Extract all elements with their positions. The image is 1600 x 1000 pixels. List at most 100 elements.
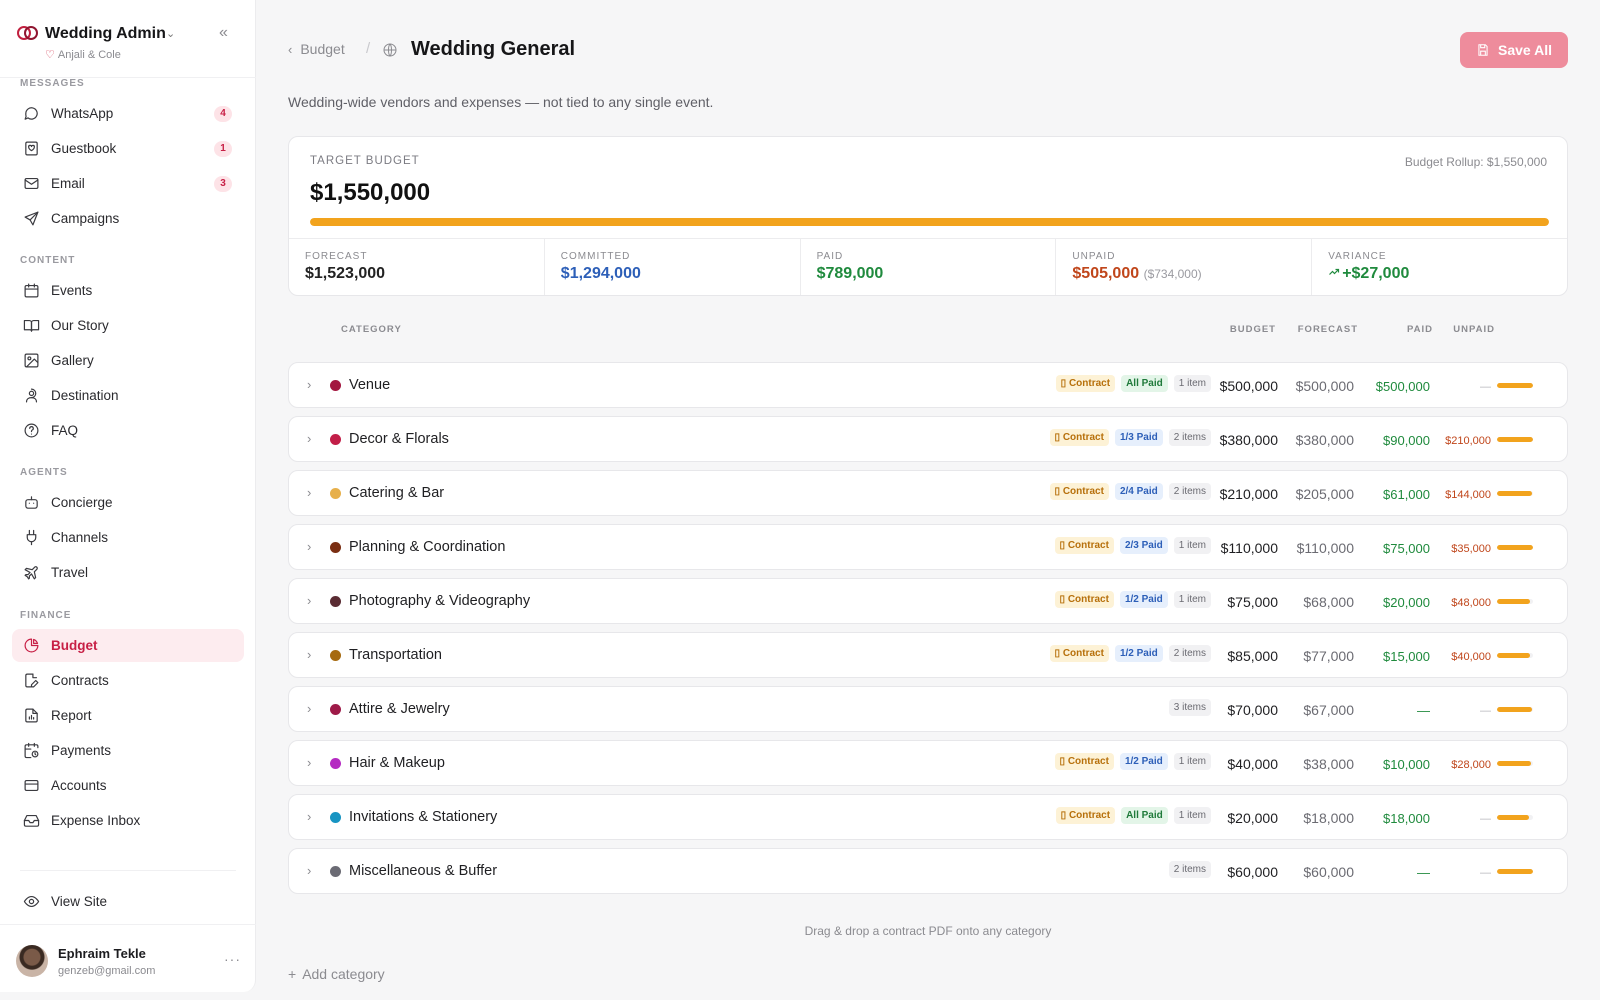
chevron-right-icon[interactable]: › [307, 431, 311, 446]
category-row[interactable]: › Venue ▯ Contract All Paid 1 item $500,000 $5… [288, 362, 1568, 408]
category-forecast: $67,000 [1303, 702, 1354, 718]
chevron-right-icon[interactable]: › [307, 593, 311, 608]
category-name: Decor & Florals [349, 431, 449, 447]
sidebar-item-expense-inbox[interactable]: Expense Inbox [12, 804, 244, 837]
add-category-button[interactable]: + Add category [288, 966, 385, 982]
category-budget[interactable]: $380,000 [1220, 432, 1278, 448]
view-site-label: View Site [51, 894, 108, 909]
category-row[interactable]: › Catering & Bar ▯ Contract 2/4 Paid 2 items… [288, 470, 1568, 516]
stat-amount: $1,294,000 [560, 265, 641, 282]
contract-badge[interactable]: ▯ Contract [1049, 483, 1109, 500]
category-budget[interactable]: $40,000 [1227, 756, 1278, 772]
category-progress-bar [1497, 815, 1533, 820]
category-name: Miscellaneous & Buffer [349, 863, 498, 879]
sidebar-item-gallery[interactable]: Gallery [12, 344, 244, 377]
category-budget[interactable]: $75,000 [1227, 594, 1278, 610]
sidebar-item-payments[interactable]: Payments [12, 734, 244, 767]
chevron-right-icon[interactable]: › [307, 755, 311, 770]
sidebar-item-travel[interactable]: Travel [12, 556, 244, 589]
category-budget[interactable]: $20,000 [1227, 810, 1278, 826]
category-row[interactable]: › Miscellaneous & Buffer 2 items $60,000 $60… [288, 848, 1568, 894]
chevron-right-icon[interactable]: › [307, 647, 311, 662]
heart-icon: ♡ [45, 49, 55, 61]
category-forecast: $18,000 [1303, 810, 1354, 826]
sidebar-item-label: Email [51, 176, 85, 191]
user-profile[interactable]: Ephraim Tekle genzeb@gmail.com ··· [0, 924, 256, 992]
chevron-right-icon[interactable]: › [307, 377, 311, 392]
sidebar-item-report[interactable]: Report [12, 699, 244, 732]
section-label-messages: MESSAGES [20, 78, 85, 89]
more-horizontal-icon[interactable]: ··· [224, 951, 241, 967]
category-progress-fill [1497, 653, 1530, 658]
category-progress-fill [1497, 761, 1532, 766]
category-row[interactable]: › Invitations & Stationery ▯ Contract All P… [288, 794, 1568, 840]
sidebar: Wedding Admin ⌄ ♡ Anjali & Cole « MESSAGE… [0, 0, 256, 992]
sidebar-item-budget[interactable]: Budget [12, 629, 244, 662]
stat-amount: +$27,000 [1342, 265, 1410, 282]
category-unpaid: $40,000 [1451, 651, 1491, 663]
category-row[interactable]: › Planning & Coordination ▯ Contract 2/3 Pa… [288, 524, 1568, 570]
category-budget[interactable]: $210,000 [1220, 486, 1278, 502]
sidebar-item-our-story[interactable]: Our Story [12, 309, 244, 342]
category-row[interactable]: › Photography & Videography ▯ Contract 1/2 … [288, 578, 1568, 624]
sidebar-item-contracts[interactable]: Contracts [12, 664, 244, 697]
category-budget[interactable]: $110,000 [1221, 540, 1278, 556]
page-title: Wedding General [411, 38, 576, 60]
sidebar-item-destination[interactable]: Destination [12, 379, 244, 412]
sidebar-item-label: Accounts [51, 778, 107, 793]
target-budget-value[interactable]: $1,550,000 [310, 179, 430, 207]
category-budget[interactable]: $60,000 [1227, 864, 1278, 880]
item-count-badge: 2 items [1168, 483, 1211, 500]
sidebar-item-email[interactable]: Email 3 [12, 167, 244, 200]
category-row[interactable]: › Hair & Makeup ▯ Contract 1/2 Paid 1 item $4… [288, 740, 1568, 786]
chevron-right-icon[interactable]: › [307, 701, 311, 716]
category-unpaid: — [1480, 867, 1491, 879]
trending-up-icon [1329, 268, 1340, 275]
view-site-link[interactable]: View Site [12, 885, 244, 918]
sidebar-item-whatsapp[interactable]: WhatsApp 4 [12, 97, 244, 130]
chevron-right-icon[interactable]: › [307, 809, 311, 824]
sidebar-item-guestbook[interactable]: Guestbook 1 [12, 132, 244, 165]
save-all-button[interactable]: Save All [1460, 32, 1568, 68]
chat-bubble-icon [22, 105, 40, 123]
category-color-dot [330, 596, 341, 607]
sidebar-item-faq[interactable]: FAQ [12, 414, 244, 447]
category-budget[interactable]: $70,000 [1227, 702, 1278, 718]
book-open-icon [22, 317, 40, 335]
contract-badge[interactable]: ▯ Contract [1054, 537, 1114, 554]
sidebar-item-label: FAQ [51, 423, 79, 438]
category-budget[interactable]: $85,000 [1227, 648, 1278, 664]
chevron-right-icon[interactable]: › [307, 863, 311, 878]
category-budget[interactable]: $500,000 [1220, 378, 1278, 394]
category-row[interactable]: › Decor & Florals ▯ Contract 1/3 Paid 2 item… [288, 416, 1568, 462]
breadcrumb-budget-link[interactable]: ‹ Budget [288, 41, 345, 57]
contract-badge[interactable]: ▯ Contract [1049, 645, 1109, 662]
sidebar-item-label: Our Story [51, 318, 109, 333]
sidebar-item-channels[interactable]: Channels [12, 521, 244, 554]
contract-badge[interactable]: ▯ Contract [1054, 591, 1114, 608]
contract-badge[interactable]: ▯ Contract [1055, 807, 1116, 824]
sidebar-item-campaigns[interactable]: Campaigns [12, 202, 244, 235]
collapse-sidebar-icon[interactable]: « [219, 24, 228, 42]
category-color-dot [330, 380, 341, 391]
sidebar-item-accounts[interactable]: Accounts [12, 769, 244, 802]
section-label-content: CONTENT [20, 255, 76, 266]
category-paid: $18,000 [1383, 811, 1430, 826]
send-icon [22, 210, 40, 228]
category-row[interactable]: › Transportation ▯ Contract 1/2 Paid 2 items… [288, 632, 1568, 678]
contract-badge[interactable]: ▯ Contract [1049, 429, 1109, 446]
contract-badge[interactable]: ▯ Contract [1055, 375, 1116, 392]
app-title[interactable]: Wedding Admin [45, 25, 166, 43]
category-forecast: $68,000 [1303, 594, 1354, 610]
category-name: Venue [349, 377, 391, 393]
sidebar-item-concierge[interactable]: Concierge [12, 486, 244, 519]
chevron-right-icon[interactable]: › [307, 485, 311, 500]
stat-value: $1,294,000 [561, 265, 641, 283]
contract-badge[interactable]: ▯ Contract [1054, 753, 1114, 770]
category-row[interactable]: › Attire & Jewelry 3 items $70,000 $67,000 — — [288, 686, 1568, 732]
chevron-down-icon[interactable]: ⌄ [166, 27, 175, 40]
category-forecast: $205,000 [1295, 486, 1354, 502]
chevron-right-icon[interactable]: › [307, 539, 311, 554]
category-badges: ▯ Contract All Paid 1 item [1055, 807, 1211, 824]
sidebar-item-events[interactable]: Events [12, 274, 244, 307]
